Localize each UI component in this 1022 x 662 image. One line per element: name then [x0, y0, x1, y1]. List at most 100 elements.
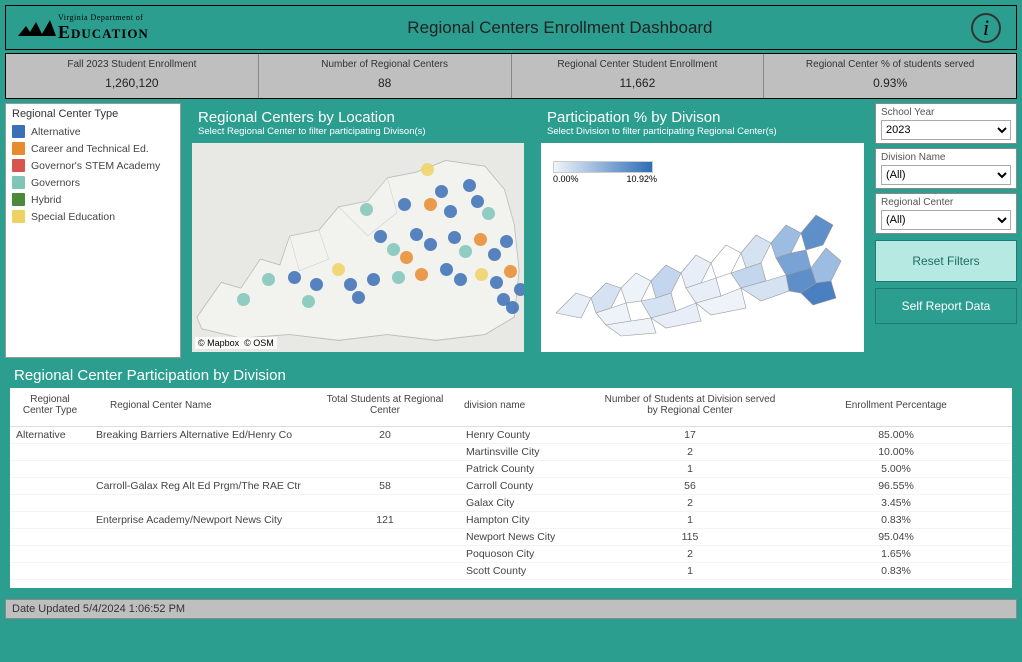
map-dot[interactable] [374, 230, 387, 243]
division-select[interactable]: (All) [881, 165, 1011, 185]
table-row[interactable]: Martinsville City210.00% [10, 444, 1012, 461]
map-dot[interactable] [398, 198, 411, 211]
legend-label: Alternative [31, 126, 81, 138]
map-dot[interactable] [504, 265, 517, 278]
page-title: Regional Centers Enrollment Dashboard [149, 18, 971, 38]
map-dot[interactable] [463, 179, 476, 192]
map-dot[interactable] [424, 198, 437, 211]
map-area[interactable]: © Mapbox © OSM [192, 143, 524, 352]
map-dot[interactable] [500, 235, 513, 248]
map-dot[interactable] [387, 243, 400, 256]
map-dot[interactable] [288, 271, 301, 284]
map-dot[interactable] [448, 231, 461, 244]
map-dot[interactable] [344, 278, 357, 291]
map-panel: Regional Centers by Location Select Regi… [186, 103, 530, 358]
logo: Virginia Department of Education [16, 13, 149, 43]
legend-swatch [12, 176, 25, 189]
header-bar: Virginia Department of Education Regiona… [5, 5, 1017, 50]
map-dot[interactable] [454, 273, 467, 286]
map-dot[interactable] [514, 283, 524, 296]
logo-icon [16, 14, 58, 42]
map-dot[interactable] [444, 205, 457, 218]
legend-item[interactable]: Hybrid [12, 191, 174, 208]
legend-swatch [12, 210, 25, 223]
map-dot[interactable] [459, 245, 472, 258]
stat-value: 1,260,120 [6, 76, 258, 90]
map-subtitle: Select Regional Center to filter partici… [198, 126, 518, 137]
th-students: Number of Students at Division served by… [600, 388, 780, 427]
map-dot[interactable] [488, 248, 501, 261]
stat-centers: Number of Regional Centers 88 [259, 54, 512, 98]
map-dot[interactable] [440, 263, 453, 276]
table-row[interactable]: Patrick County15.00% [10, 461, 1012, 478]
reset-filters-button[interactable]: Reset Filters [875, 240, 1017, 282]
map-dot[interactable] [506, 301, 519, 314]
filter-label: School Year [881, 107, 1011, 118]
part-subtitle: Select Division to filter participating … [547, 126, 858, 137]
map-dot[interactable] [415, 268, 428, 281]
map-dot[interactable] [410, 228, 423, 241]
table-row[interactable]: Enterprise Academy/Newport News City121H… [10, 512, 1012, 529]
map-dot[interactable] [302, 295, 315, 308]
legend-item[interactable]: Career and Technical Ed. [12, 140, 174, 157]
self-report-button[interactable]: Self Report Data [875, 288, 1017, 324]
map-dot[interactable] [490, 276, 503, 289]
table-row[interactable]: AlternativeBreaking Barriers Alternative… [10, 427, 1012, 444]
info-icon[interactable]: i [971, 13, 1001, 43]
participation-table: Regional Center Type Regional Center Nam… [10, 388, 1012, 580]
gradient-legend: 0.00% 10.92% [553, 161, 657, 184]
map-dot[interactable] [310, 278, 323, 291]
map-dot[interactable] [392, 271, 405, 284]
map-dot[interactable] [352, 291, 365, 304]
map-dot[interactable] [237, 293, 250, 306]
map-dot[interactable] [474, 233, 487, 246]
map-dot[interactable] [400, 251, 413, 264]
legend-swatch [12, 125, 25, 138]
map-dot[interactable] [421, 163, 434, 176]
logo-big-text: Education [58, 22, 149, 43]
map-dot[interactable] [262, 273, 275, 286]
table-row[interactable]: Poquoson City21.65% [10, 546, 1012, 563]
map-dot[interactable] [360, 203, 373, 216]
legend-label: Career and Technical Ed. [31, 143, 149, 155]
filters-panel: School Year 2023 Division Name (All) Reg… [875, 103, 1017, 358]
table-row[interactable]: Newport News City11595.04% [10, 529, 1012, 546]
legend-item[interactable]: Alternative [12, 123, 174, 140]
school-year-select[interactable]: 2023 [881, 120, 1011, 140]
map-dot[interactable] [475, 268, 488, 281]
va-choropleth[interactable] [551, 193, 851, 343]
stat-value: 0.93% [764, 76, 1016, 90]
legend-item[interactable]: Governor's STEM Academy [12, 157, 174, 174]
th-type: Regional Center Type [10, 388, 90, 427]
table-section: Regional Center Participation by Divisio… [5, 362, 1017, 596]
table-row[interactable]: Galax City23.45% [10, 495, 1012, 512]
center-select[interactable]: (All) [881, 210, 1011, 230]
legend-swatch [12, 193, 25, 206]
legend-item[interactable]: Special Education [12, 208, 174, 225]
legend-swatch [12, 142, 25, 155]
attrib-mapbox[interactable]: © Mapbox [198, 338, 239, 348]
grad-max: 10.92% [626, 174, 657, 184]
legend-item[interactable]: Governors [12, 174, 174, 191]
map-dot[interactable] [367, 273, 380, 286]
legend-label: Special Education [31, 211, 115, 223]
stat-center-enroll: Regional Center Student Enrollment 11,66… [512, 54, 765, 98]
table-row[interactable]: Carroll-Galax Reg Alt Ed Prgm/The RAE Ct… [10, 478, 1012, 495]
map-dot[interactable] [424, 238, 437, 251]
map-bg [192, 143, 524, 352]
map-dot[interactable] [435, 185, 448, 198]
map-dot[interactable] [482, 207, 495, 220]
stat-label: Regional Center % of students served [764, 56, 1016, 76]
footer: Date Updated 5/4/2024 1:06:52 PM [5, 599, 1017, 619]
map-dot[interactable] [332, 263, 345, 276]
stat-label: Regional Center Student Enrollment [512, 56, 764, 76]
grad-min: 0.00% [553, 174, 579, 184]
legend-label: Hybrid [31, 194, 61, 206]
stat-value: 88 [259, 76, 511, 90]
part-map-area[interactable]: 0.00% 10.92% [541, 143, 864, 352]
attrib-osm[interactable]: © OSM [244, 338, 274, 348]
legend-title: Regional Center Type [12, 108, 174, 120]
map-dot[interactable] [471, 195, 484, 208]
table-row[interactable]: Scott County10.83% [10, 563, 1012, 580]
part-title: Participation % by Divison [547, 109, 858, 126]
